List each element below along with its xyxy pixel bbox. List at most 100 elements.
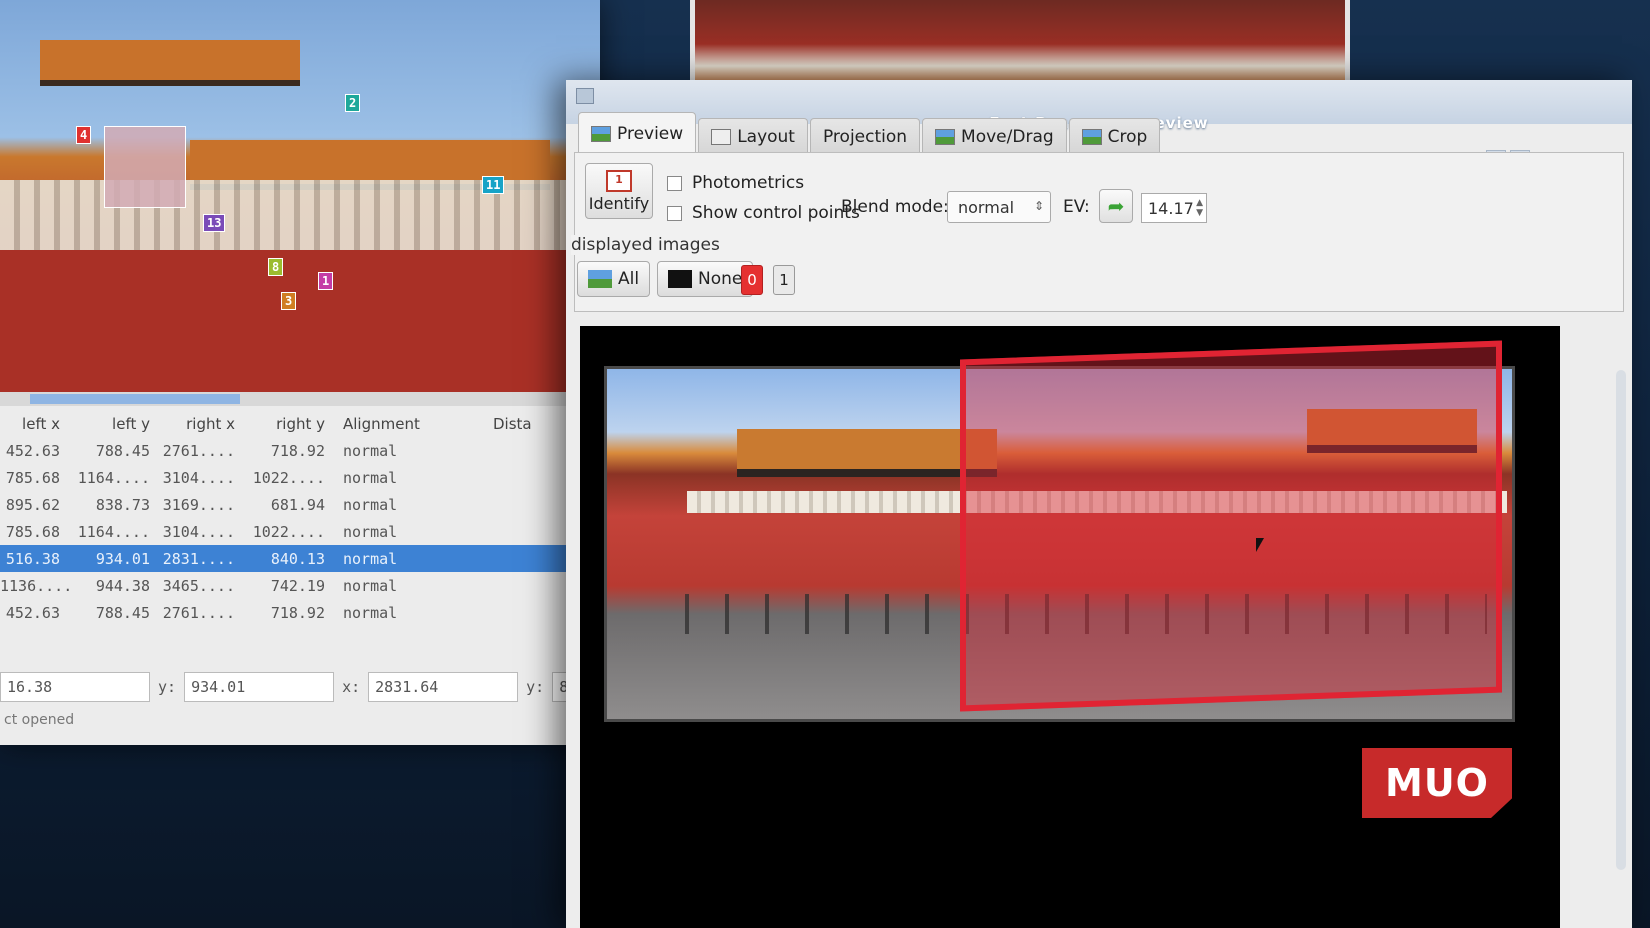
- table-cell: 934.01: [95, 549, 150, 568]
- tab-label: Move/Drag: [961, 126, 1054, 147]
- selected-image-highlight[interactable]: [960, 340, 1502, 712]
- status-bar: ct opened: [4, 712, 75, 728]
- table-cell: normal: [343, 495, 398, 514]
- table-cell: 681.94: [270, 495, 325, 514]
- table-row[interactable]: 516.38 934.01 2831.... 840.13 normal: [0, 545, 600, 572]
- table-cell: 2831....: [162, 549, 235, 568]
- identify-icon: 1: [606, 170, 632, 192]
- table-cell: 718.92: [270, 441, 325, 460]
- right-x-field[interactable]: 2831.64: [368, 672, 519, 702]
- left-x-field[interactable]: 16.38: [0, 672, 150, 702]
- tab-crop[interactable]: Crop: [1068, 118, 1161, 154]
- spin-arrows-icon[interactable]: ▲ ▼: [1196, 198, 1203, 218]
- ev-label: EV:: [1063, 197, 1090, 217]
- table-row[interactable]: 895.62 838.73 3169.... 681.94 normal: [0, 491, 600, 518]
- control-point-marker[interactable]: 8: [268, 258, 284, 276]
- blend-mode-select[interactable]: normal ⇕: [947, 191, 1051, 223]
- roof-shape: [40, 40, 300, 86]
- control-point-marker[interactable]: 4: [76, 126, 92, 144]
- updown-arrows-icon: ⇕: [1033, 199, 1044, 213]
- table-row[interactable]: 1136.... 944.38 3465.... 742.19 normal: [0, 572, 600, 599]
- field-label: y:: [158, 678, 177, 696]
- tab-label: Layout: [737, 126, 795, 147]
- panorama-preview-canvas[interactable]: [580, 326, 1560, 928]
- ev-spinbox[interactable]: 14.17 ▲ ▼: [1141, 193, 1207, 223]
- left-y-field[interactable]: 934.01: [184, 672, 335, 702]
- blend-mode-value: normal: [958, 197, 1015, 217]
- table-cell: 788.45: [95, 441, 150, 460]
- table-header: left x left y right x right y Alignment …: [0, 410, 600, 437]
- horizontal-scrollbar[interactable]: [0, 392, 600, 406]
- left-image-view[interactable]: 2 4 11 13 8 3 1: [0, 0, 600, 392]
- show-all-button[interactable]: All: [577, 261, 651, 297]
- control-point-marker[interactable]: 3: [281, 292, 297, 310]
- column-header[interactable]: left x: [0, 415, 60, 433]
- ev-value: 14.17: [1148, 198, 1194, 218]
- roof-shape: [737, 429, 997, 477]
- table-cell: 3169....: [162, 495, 235, 514]
- table-cell: 1136....: [0, 576, 73, 595]
- table-cell: 944.38: [95, 576, 150, 595]
- tab-label: Projection: [822, 126, 908, 147]
- tab-label: Preview: [617, 123, 684, 144]
- vertical-scrollbar[interactable]: [1616, 370, 1626, 870]
- point-coordinates-bar: 16.38 y: 934.01 x: 2831.64 y: 8: [0, 665, 600, 709]
- ev-reset-button[interactable]: ➦: [1099, 189, 1133, 223]
- control-points-window: 2 4 11 13 8 3 1 left x left y right x ri…: [0, 0, 600, 745]
- tab-move-drag[interactable]: Move/Drag: [922, 118, 1067, 154]
- checkbox-box[interactable]: [667, 175, 682, 191]
- table-cell: normal: [343, 549, 398, 568]
- table-row[interactable]: 785.68 1164.... 3104.... 1022.... normal: [0, 464, 600, 491]
- move-drag-icon: [935, 128, 956, 145]
- table-cell: normal: [343, 603, 398, 622]
- show-none-button[interactable]: None: [657, 261, 754, 297]
- column-header[interactable]: Alignment: [325, 415, 483, 433]
- table-row[interactable]: 452.63 788.45 2761.... 718.92 normal: [0, 437, 600, 464]
- table-cell: 840.13: [270, 549, 325, 568]
- show-control-points-checkbox[interactable]: Show control points: [667, 203, 860, 223]
- table-cell: 452.63: [5, 603, 60, 622]
- image-toggle-1[interactable]: 1: [773, 265, 795, 295]
- column-header[interactable]: left y: [60, 415, 150, 433]
- table-cell: 785.68: [5, 522, 60, 541]
- button-label: None: [698, 269, 743, 289]
- table-body: 452.63 788.45 2761.... 718.92 normal 785.68 11…: [0, 437, 600, 626]
- table-row[interactable]: 452.63 788.45 2761.... 718.92 normal: [0, 599, 600, 626]
- identify-label: Identify: [588, 194, 650, 213]
- mouse-cursor-icon: [1256, 538, 1264, 552]
- preview-tab-panel: 1 Identify Photometrics Show control poi…: [571, 152, 1624, 312]
- control-point-marker[interactable]: 13: [203, 214, 226, 232]
- checkbox-label: Photometrics: [692, 173, 805, 193]
- control-point-marker[interactable]: 11: [482, 176, 505, 194]
- tab-layout[interactable]: Layout: [698, 118, 808, 154]
- blend-mode-label: Blend mode:: [841, 197, 949, 217]
- field-label: x:: [342, 678, 361, 696]
- displayed-images-label: displayed images: [571, 235, 724, 255]
- column-header[interactable]: right x: [150, 415, 235, 433]
- table-cell: 2761....: [162, 441, 235, 460]
- table-cell: 3104....: [162, 522, 235, 541]
- photometrics-checkbox[interactable]: Photometrics: [667, 173, 804, 193]
- tab-bar: Preview Layout Projection Move/Drag Crop: [578, 112, 1162, 154]
- identify-button[interactable]: 1 Identify: [585, 163, 653, 219]
- column-header[interactable]: Dista: [483, 415, 553, 433]
- scrollbar-thumb[interactable]: [30, 394, 240, 404]
- image-toggle-0[interactable]: 0: [741, 265, 763, 295]
- table-cell: 3465....: [162, 576, 235, 595]
- column-header[interactable]: right y: [235, 415, 325, 433]
- preview-icon: [591, 125, 611, 142]
- tab-projection[interactable]: Projection: [809, 118, 921, 154]
- button-label: All: [618, 269, 640, 289]
- watermark-logo: MUO: [1362, 748, 1512, 818]
- table-row[interactable]: 785.68 1164.... 3104.... 1022.... normal: [0, 518, 600, 545]
- control-point-marker[interactable]: 2: [345, 94, 361, 112]
- control-point-marker[interactable]: 1: [318, 272, 334, 290]
- tab-preview[interactable]: Preview: [578, 112, 697, 154]
- railing-shape: [0, 180, 600, 250]
- layout-icon: [711, 128, 732, 145]
- checkbox-box[interactable]: [667, 205, 682, 221]
- crop-icon: [1081, 128, 1102, 145]
- all-images-icon: [588, 270, 612, 288]
- table-cell: 718.92: [270, 603, 325, 622]
- table-cell: 1164....: [77, 468, 150, 487]
